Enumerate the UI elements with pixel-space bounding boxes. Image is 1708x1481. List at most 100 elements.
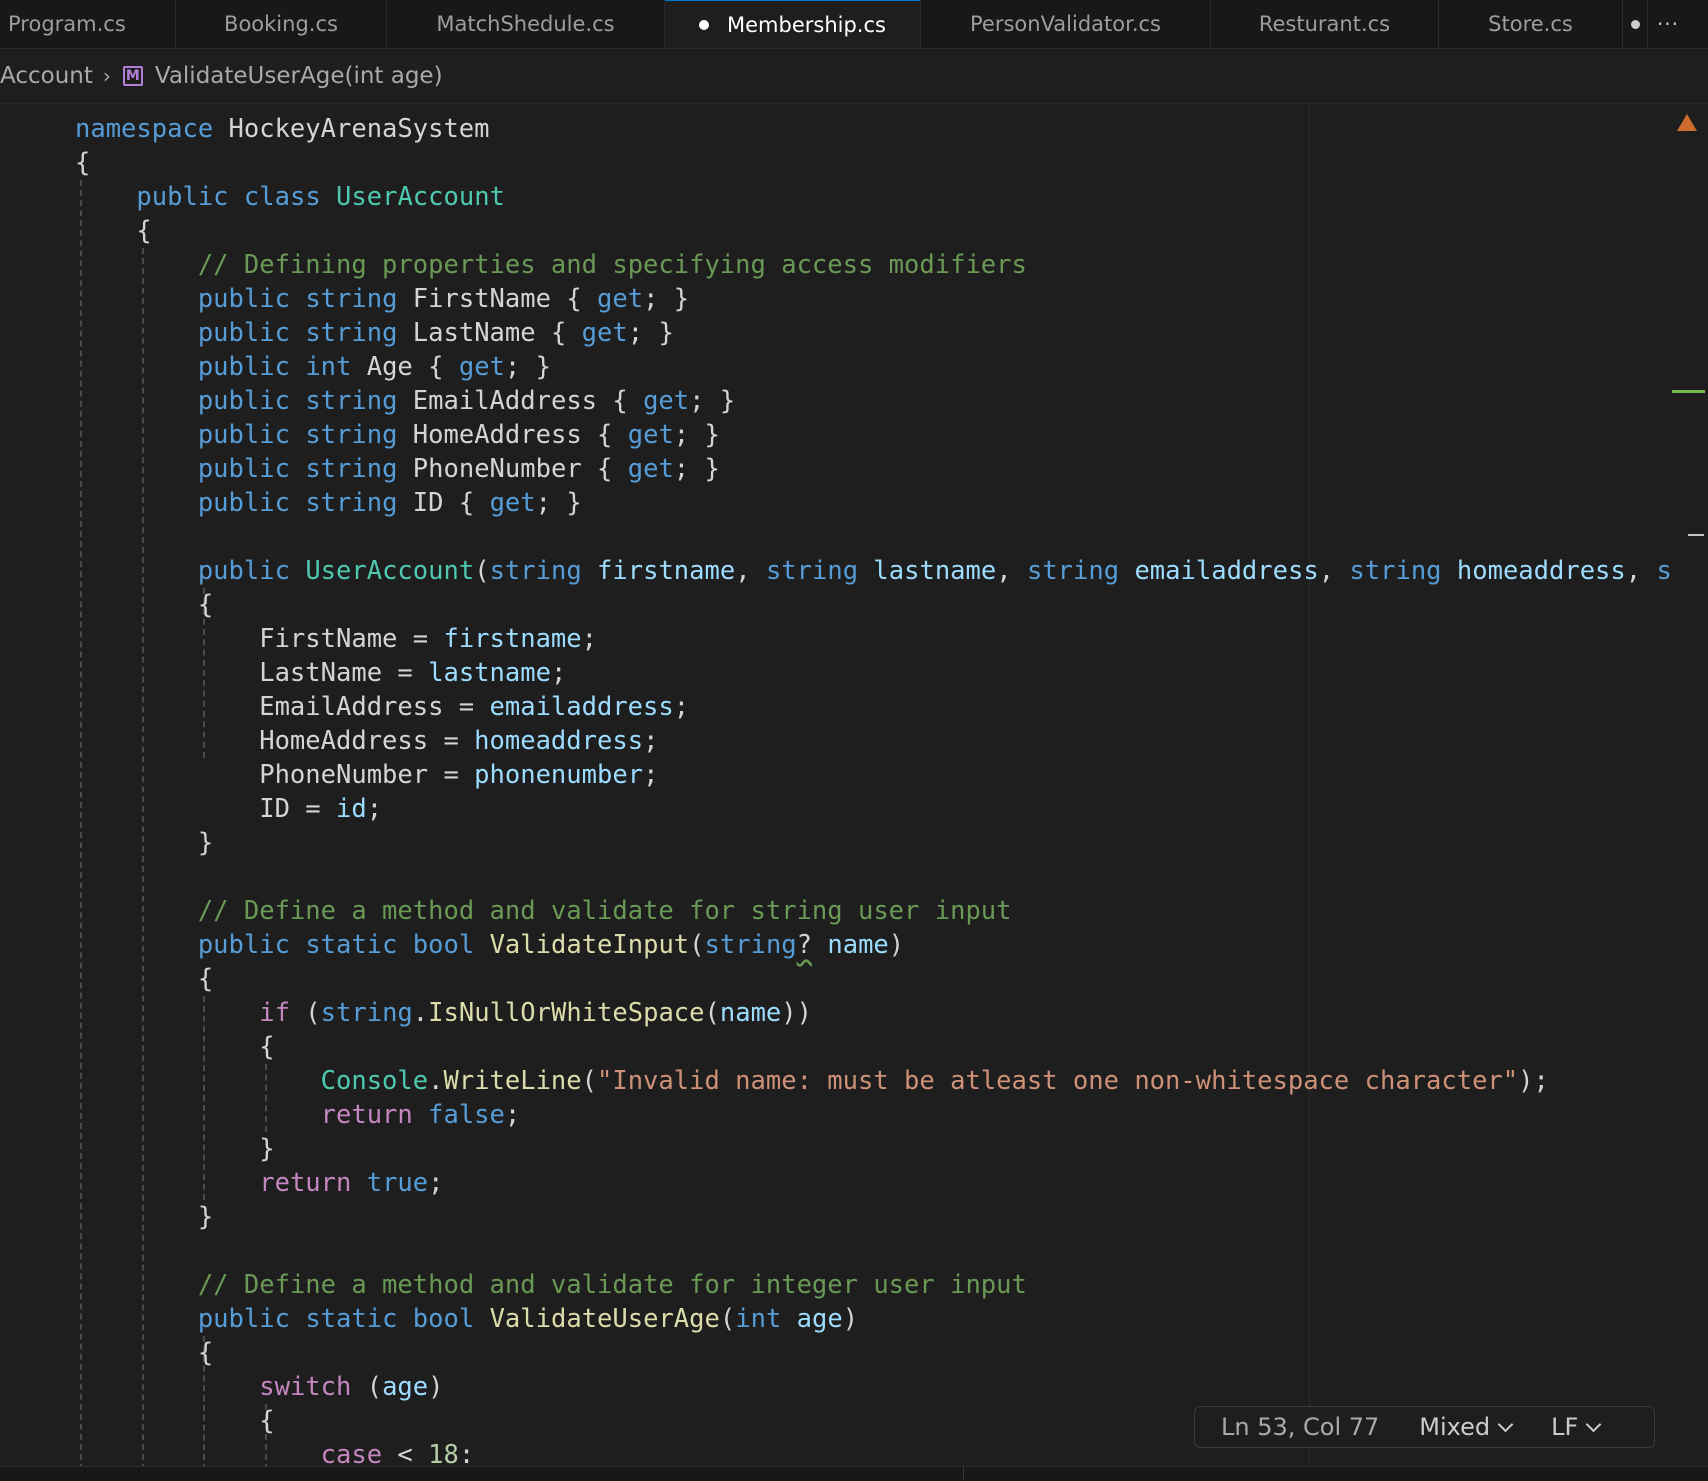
code-line[interactable]: { bbox=[75, 962, 1672, 996]
code-token: false bbox=[428, 1100, 505, 1130]
indentation-selector[interactable]: Mixed bbox=[1419, 1413, 1514, 1441]
tab-booking-cs[interactable]: Booking.cs bbox=[176, 0, 387, 48]
code-token: ID = bbox=[75, 794, 336, 824]
code-editor[interactable]: namespace HockeyArenaSystem{ public clas… bbox=[0, 104, 1708, 1466]
code-line[interactable]: // Defining properties and specifying ac… bbox=[75, 248, 1672, 282]
code-line[interactable]: { bbox=[75, 214, 1672, 248]
code-line[interactable]: public static bool ValidateUserAge(int a… bbox=[75, 1302, 1672, 1336]
code-token: } bbox=[75, 1202, 214, 1232]
code-line[interactable]: } bbox=[75, 1132, 1672, 1166]
cursor-position[interactable]: Ln 53, Col 77 bbox=[1221, 1413, 1379, 1441]
code-lines[interactable]: namespace HockeyArenaSystem{ public clas… bbox=[75, 112, 1672, 1466]
code-token: )) bbox=[781, 998, 812, 1028]
editor-tab-bar: Program.cs Booking.cs MatchShedule.cs Me… bbox=[0, 0, 1708, 49]
code-token: return bbox=[320, 1100, 413, 1130]
code-line[interactable]: public string FirstName { get; } bbox=[75, 282, 1672, 316]
code-token: homeaddress bbox=[1456, 556, 1626, 586]
code-token: PhoneNumber = bbox=[75, 760, 475, 790]
code-token: ; } bbox=[627, 318, 674, 348]
code-line[interactable] bbox=[75, 520, 1672, 554]
code-token: ; } bbox=[535, 488, 582, 518]
tab-matchshedule-cs[interactable]: MatchShedule.cs bbox=[387, 0, 665, 48]
code-line[interactable]: namespace HockeyArenaSystem bbox=[75, 112, 1672, 146]
line-ending-selector[interactable]: LF bbox=[1551, 1413, 1602, 1441]
code-line[interactable]: } bbox=[75, 826, 1672, 860]
code-token: ( bbox=[689, 930, 705, 960]
code-line[interactable]: public string LastName { get; } bbox=[75, 316, 1672, 350]
code-token: bool bbox=[412, 1304, 475, 1334]
tab-store-cs[interactable]: Store.cs bbox=[1439, 0, 1623, 48]
tab-membership-cs[interactable]: Membership.cs bbox=[665, 0, 921, 48]
code-line[interactable]: ID = id; bbox=[75, 792, 1672, 826]
code-line[interactable]: // Define a method and validate for inte… bbox=[75, 1268, 1672, 1302]
code-line[interactable]: if (string.IsNullOrWhiteSpace(name)) bbox=[75, 996, 1672, 1030]
code-token: "Invalid name: must be atleast one non-w… bbox=[597, 1066, 1519, 1096]
code-line[interactable]: public static bool ValidateInput(string?… bbox=[75, 928, 1672, 962]
code-line[interactable]: public UserAccount(string firstname, str… bbox=[75, 554, 1672, 588]
code-line[interactable]: public string HomeAddress { get; } bbox=[75, 418, 1672, 452]
code-line[interactable]: public string PhoneNumber { get; } bbox=[75, 452, 1672, 486]
code-token: ; } bbox=[689, 386, 736, 416]
tab-overflow-partial[interactable] bbox=[1623, 0, 1648, 48]
code-line[interactable]: return true; bbox=[75, 1166, 1672, 1200]
code-token: name bbox=[719, 998, 782, 1028]
warning-icon[interactable] bbox=[1677, 114, 1697, 131]
code-token: string bbox=[489, 556, 582, 586]
code-line[interactable]: return false; bbox=[75, 1098, 1672, 1132]
code-token: // Define a method and validate for inte… bbox=[197, 1270, 1027, 1300]
code-token: get bbox=[627, 454, 674, 484]
code-line[interactable]: { bbox=[75, 146, 1672, 180]
code-token: ; } bbox=[673, 454, 720, 484]
code-line[interactable]: LastName = lastname; bbox=[75, 656, 1672, 690]
code-line[interactable]: public int Age { get; } bbox=[75, 350, 1672, 384]
breadcrumb-item-method[interactable]: ValidateUserAge(int age) bbox=[155, 63, 443, 89]
code-token: name bbox=[827, 930, 889, 960]
unsaved-dot-icon bbox=[1630, 19, 1640, 29]
code-line[interactable]: { bbox=[75, 588, 1672, 622]
code-token: { bbox=[75, 590, 214, 620]
code-token: age bbox=[796, 1304, 843, 1334]
code-line[interactable]: } bbox=[75, 1200, 1672, 1234]
code-line[interactable]: HomeAddress = homeaddress; bbox=[75, 724, 1672, 758]
code-line[interactable]: FirstName = firstname; bbox=[75, 622, 1672, 656]
code-token: FirstName { bbox=[397, 284, 598, 314]
code-token: phonenumber bbox=[474, 760, 644, 790]
code-line[interactable]: { bbox=[75, 1030, 1672, 1064]
code-line[interactable]: { bbox=[75, 1336, 1672, 1370]
code-line[interactable] bbox=[75, 1234, 1672, 1268]
code-line[interactable]: // Define a method and validate for stri… bbox=[75, 894, 1672, 928]
code-line[interactable]: Console.WriteLine("Invalid name: must be… bbox=[75, 1064, 1672, 1098]
overview-ruler[interactable] bbox=[1666, 104, 1708, 1466]
code-token: string bbox=[320, 998, 413, 1028]
code-token: { bbox=[75, 964, 214, 994]
code-line[interactable]: public string EmailAddress { get; } bbox=[75, 384, 1672, 418]
code-token: int bbox=[735, 1304, 782, 1334]
code-line[interactable]: switch (age) bbox=[75, 1370, 1672, 1404]
code-token: < bbox=[382, 1440, 429, 1466]
code-line[interactable]: EmailAddress = emailaddress; bbox=[75, 690, 1672, 724]
code-line[interactable]: public string ID { get; } bbox=[75, 486, 1672, 520]
code-token: Age { bbox=[351, 352, 459, 382]
tab-personvalidator-cs[interactable]: PersonValidator.cs bbox=[921, 0, 1211, 48]
tab-resturant-cs[interactable]: Resturant.cs bbox=[1211, 0, 1439, 48]
code-line[interactable]: PhoneNumber = phonenumber; bbox=[75, 758, 1672, 792]
code-line[interactable] bbox=[75, 860, 1672, 894]
code-token: ValidateUserAge bbox=[489, 1304, 720, 1334]
code-token: ; bbox=[673, 692, 690, 722]
code-token: ( bbox=[474, 556, 490, 586]
tab-program-cs[interactable]: Program.cs bbox=[0, 0, 176, 48]
method-icon: M bbox=[122, 66, 143, 86]
more-actions-button[interactable]: ··· bbox=[1648, 0, 1688, 48]
code-line[interactable]: public class UserAccount bbox=[75, 180, 1672, 214]
breadcrumb-item-account[interactable]: Account bbox=[0, 63, 93, 89]
